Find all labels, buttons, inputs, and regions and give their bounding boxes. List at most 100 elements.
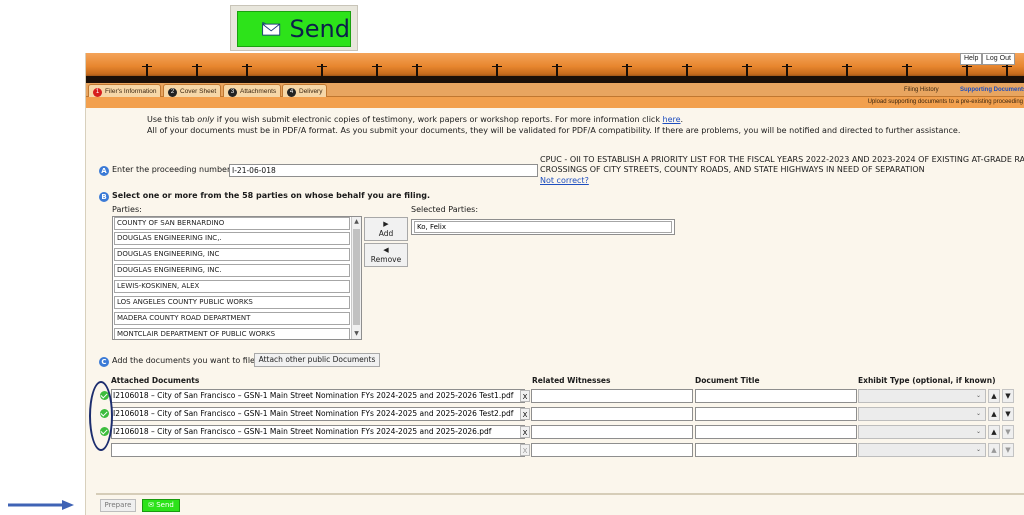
arrow-left-icon: ◀ [383, 246, 389, 254]
party-option[interactable]: MADERA COUNTY ROAD DEPARTMENT [114, 312, 350, 325]
send-button-zoom-frame: Send [230, 5, 358, 51]
add-label: Add [378, 229, 394, 238]
intro-text: if you wish submit electronic copies of … [216, 115, 660, 124]
proceeding-number-input[interactable]: I-21-06-018 [229, 164, 538, 177]
not-correct-link[interactable]: Not correct? [540, 176, 589, 185]
tab-label: Cover Sheet [180, 88, 217, 95]
parties-instruction-text: Select one or more from the 58 parties o… [112, 191, 431, 200]
remove-document-button[interactable]: X [520, 408, 530, 420]
document-name-field[interactable]: I2106018 – City of San Francisco – GSN-1… [111, 425, 525, 439]
remove-document-button[interactable]: X [520, 444, 530, 456]
remove-party-button[interactable]: ◀ Remove [364, 243, 408, 267]
screenshot-root: Send Help Log Out 1 Filer's Information … [0, 0, 1024, 515]
tab-number: 2 [168, 88, 177, 97]
annotation-ellipse [89, 381, 113, 451]
document-name-field[interactable]: I2106018 – City of San Francisco – GSN-1… [111, 389, 525, 403]
parties-label: Parties: [112, 205, 142, 214]
envelope-icon [262, 22, 281, 36]
tab-number: 1 [93, 88, 102, 97]
remove-label: Remove [370, 255, 402, 264]
party-option[interactable]: DOUGLAS ENGINEERING INC,. [114, 232, 350, 245]
chevron-down-icon: ⌄ [975, 428, 981, 435]
selected-parties-label: Selected Parties: [411, 205, 479, 214]
send-label: Send [156, 501, 174, 509]
party-option[interactable]: DOUGLAS ENGINEERING, INC [114, 248, 350, 261]
scroll-thumb[interactable] [353, 229, 360, 325]
party-option[interactable]: MONTCLAIR DEPARTMENT OF PUBLIC WORKS [114, 328, 350, 339]
parties-instruction: B Select one or more from the 58 parties … [99, 191, 430, 202]
related-witnesses-input[interactable] [531, 407, 693, 421]
document-title-input[interactable] [695, 443, 857, 457]
selected-parties-listbox[interactable]: Ko, Felix [411, 219, 675, 235]
parties-listbox[interactable]: COUNTY OF SAN BERNARDINO DOUGLAS ENGINEE… [112, 216, 362, 340]
intro-line-1: Use this tab only if you wish submit ele… [147, 115, 684, 124]
exhibit-type-select[interactable]: ⌄ [858, 425, 986, 439]
move-down-button[interactable]: ▼ [1002, 389, 1014, 403]
send-button-large[interactable]: Send [237, 11, 351, 47]
exhibit-type-select[interactable]: ⌄ [858, 407, 986, 421]
scroll-up-arrow-icon[interactable]: ▲ [352, 217, 361, 227]
party-option[interactable]: LEWIS-KOSKINEN, ALEX [114, 280, 350, 293]
move-down-button[interactable]: ▼ [1002, 443, 1014, 457]
footer-divider [96, 493, 1024, 495]
move-up-button[interactable]: ▲ [988, 443, 1000, 457]
chevron-down-icon: ⌄ [975, 410, 981, 417]
related-witnesses-input[interactable] [531, 425, 693, 439]
proceeding-label: A Enter the proceeding number: [99, 165, 233, 176]
efiling-app: Help Log Out 1 Filer's Information 2 Cover… [85, 53, 1024, 515]
document-name-field[interactable] [111, 443, 525, 457]
column-attached-documents: Attached Documents [111, 376, 200, 385]
related-witnesses-input[interactable] [531, 443, 693, 457]
party-option[interactable]: LOS ANGELES COUNTY PUBLIC WORKS [114, 296, 350, 309]
tab-attachments[interactable]: 3 Attachments [223, 84, 282, 97]
move-up-button[interactable]: ▲ [988, 425, 1000, 439]
move-down-button[interactable]: ▼ [1002, 407, 1014, 421]
send-button[interactable]: ✉ Send [142, 499, 180, 512]
exhibit-type-select[interactable]: ⌄ [858, 443, 986, 457]
move-down-button[interactable]: ▼ [1002, 425, 1014, 439]
parties-scrollbar[interactable]: ▲ ▼ [351, 217, 361, 339]
chevron-down-icon: ⌄ [975, 446, 981, 453]
tab-filing-history[interactable]: Filing History [898, 85, 945, 96]
scroll-down-arrow-icon[interactable]: ▼ [352, 329, 361, 339]
tab-number: 4 [287, 88, 296, 97]
proceeding-description-2: CROSSINGS OF CITY STREETS, COUNTY ROADS,… [540, 165, 925, 174]
exhibit-type-select[interactable]: ⌄ [858, 389, 986, 403]
send-label-large: Send [289, 15, 350, 43]
move-up-button[interactable]: ▲ [988, 407, 1000, 421]
annotation-arrow-icon [8, 500, 74, 510]
tab-supporting-documents[interactable]: Supporting Documents [954, 85, 1024, 96]
tab-bar: 1 Filer's Information 2 Cover Sheet 3 Attac… [86, 83, 1024, 97]
proceeding-label-text: Enter the proceeding number: [112, 165, 233, 174]
tab-label: Filer's Information [105, 88, 157, 95]
envelope-icon: ✉ [148, 501, 154, 509]
tab-cover-sheet[interactable]: 2 Cover Sheet [163, 84, 222, 97]
party-option[interactable]: DOUGLAS ENGINEERING, INC. [114, 264, 350, 277]
move-up-button[interactable]: ▲ [988, 389, 1000, 403]
add-party-button[interactable]: ▶ Add [364, 217, 408, 241]
document-title-input[interactable] [695, 407, 857, 421]
tab-filers-information[interactable]: 1 Filer's Information [88, 84, 162, 97]
help-button[interactable]: Help [960, 53, 983, 65]
remove-document-button[interactable]: X [520, 426, 530, 438]
step-b-badge: B [99, 192, 109, 202]
intro-line-2: All of your documents must be in PDF/A f… [147, 126, 961, 135]
related-witnesses-input[interactable] [531, 389, 693, 403]
document-name-field[interactable]: I2106018 – City of San Francisco – GSN-1… [111, 407, 525, 421]
header-banner: Help Log Out [86, 53, 1024, 83]
column-document-title: Document Title [695, 376, 760, 385]
tab-label: Attachments [240, 88, 277, 95]
selected-party-option[interactable]: Ko, Felix [414, 221, 672, 233]
tab-delivery[interactable]: 4 Delivery [282, 84, 328, 97]
remove-document-button[interactable]: X [520, 390, 530, 402]
column-exhibit-type: Exhibit Type (optional, if known) [858, 376, 996, 385]
document-title-input[interactable] [695, 425, 857, 439]
logout-button[interactable]: Log Out [982, 53, 1015, 65]
document-title-input[interactable] [695, 389, 857, 403]
attach-documents-button[interactable]: Attach other public Documents [254, 353, 380, 367]
party-option[interactable]: COUNTY OF SAN BERNARDINO [114, 217, 350, 230]
column-related-witnesses: Related Witnesses [532, 376, 611, 385]
step-a-badge: A [99, 166, 109, 176]
here-link[interactable]: here [663, 115, 681, 124]
prepare-button[interactable]: Prepare [100, 499, 136, 512]
